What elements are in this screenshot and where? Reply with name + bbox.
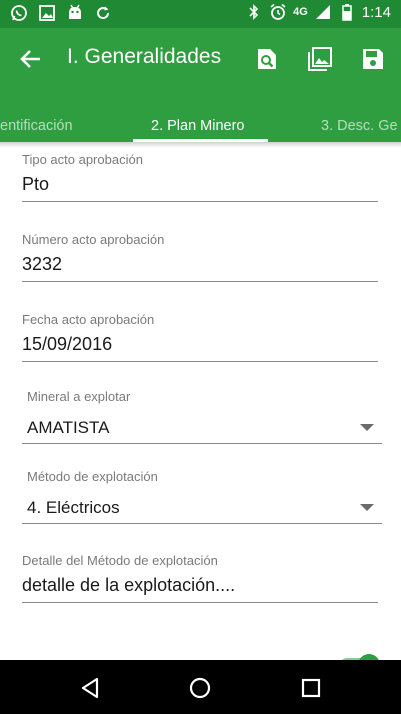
search-document-button[interactable] bbox=[252, 44, 282, 74]
search-document-icon bbox=[258, 49, 276, 69]
whatsapp-icon bbox=[10, 4, 28, 22]
gallery-button[interactable] bbox=[305, 44, 335, 74]
clock: 1:14 bbox=[361, 3, 391, 21]
save-icon bbox=[363, 49, 383, 69]
signal-icon bbox=[314, 3, 332, 21]
triangle-back-icon bbox=[81, 677, 99, 699]
numero-acto-label: Número acto aprobación bbox=[22, 232, 165, 247]
android-icon bbox=[66, 4, 84, 22]
sync-icon bbox=[94, 4, 112, 22]
dropdown-arrow-icon bbox=[360, 504, 374, 511]
nav-recents-button[interactable] bbox=[297, 674, 325, 702]
circle-home-icon bbox=[189, 677, 211, 699]
tab-plan-minero[interactable]: 2. Plan Minero bbox=[151, 118, 245, 134]
system-nav-bar bbox=[0, 660, 401, 714]
mineral-select[interactable]: AMATISTA bbox=[22, 410, 382, 444]
tab-bar: entificación 2. Plan Minero 3. Desc. Ge bbox=[0, 90, 401, 142]
square-recents-icon bbox=[301, 678, 321, 698]
tab-shadow bbox=[0, 142, 401, 148]
alarm-icon bbox=[269, 3, 287, 21]
save-button[interactable] bbox=[358, 44, 388, 74]
detalle-field: Detalle del Método de explotación detall… bbox=[22, 553, 378, 603]
battery-icon bbox=[338, 3, 356, 21]
tipo-acto-label: Tipo acto aprobación bbox=[22, 152, 143, 167]
fecha-acto-field: Fecha acto aprobación 15/09/2016 bbox=[22, 312, 378, 362]
bluetooth-icon bbox=[245, 3, 263, 21]
image-icon bbox=[38, 4, 56, 22]
metodo-field: Método de explotación 4. Eléctricos bbox=[22, 469, 382, 524]
page-title: I. Generalidades bbox=[67, 45, 222, 68]
app-toolbar: I. Generalidades bbox=[0, 28, 401, 90]
nav-back-button[interactable] bbox=[76, 674, 104, 702]
mineral-field: Mineral a explotar AMATISTA bbox=[22, 389, 382, 444]
tab-identificacion[interactable]: entificación bbox=[0, 118, 73, 134]
nav-home-button[interactable] bbox=[186, 674, 214, 702]
tipo-acto-field: Tipo acto aprobación Pto bbox=[22, 152, 378, 202]
fecha-acto-label: Fecha acto aprobación bbox=[22, 312, 155, 327]
metodo-label: Método de explotación bbox=[27, 469, 158, 484]
detalle-input[interactable]: detalle de la explotación.... bbox=[22, 575, 378, 603]
numero-acto-field: Número acto aprobación 3232 bbox=[22, 232, 378, 282]
app-screen: 4G 1:14 I. Generalidades entificación 2.… bbox=[0, 0, 401, 714]
back-button[interactable] bbox=[16, 45, 46, 73]
dropdown-arrow-icon bbox=[360, 424, 374, 431]
metodo-select[interactable]: 4. Eléctricos bbox=[22, 490, 382, 524]
detalle-label: Detalle del Método de explotación bbox=[22, 553, 218, 568]
tipo-acto-input[interactable]: Pto bbox=[22, 174, 378, 202]
numero-acto-input[interactable]: 3232 bbox=[22, 254, 378, 282]
system-icons: 4G 1:14 bbox=[245, 3, 391, 21]
tab-desc-ge[interactable]: 3. Desc. Ge bbox=[321, 118, 398, 134]
metodo-selected-value: 4. Eléctricos bbox=[27, 498, 120, 517]
status-bar: 4G 1:14 bbox=[0, 0, 401, 28]
mineral-selected-value: AMATISTA bbox=[27, 418, 110, 437]
fecha-acto-input[interactable]: 15/09/2016 bbox=[22, 334, 378, 362]
notification-icons bbox=[10, 4, 112, 22]
arrow-left-icon bbox=[20, 50, 40, 68]
network-type: 4G bbox=[293, 6, 308, 18]
gallery-icon bbox=[308, 47, 332, 71]
mineral-label: Mineral a explotar bbox=[27, 389, 131, 404]
